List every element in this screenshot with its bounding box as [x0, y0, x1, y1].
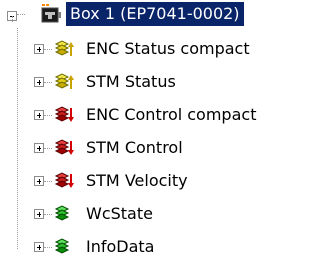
output-process-data-icon	[54, 139, 74, 155]
tree-connector	[12, 16, 13, 22]
tree-connector	[17, 14, 25, 16]
input-process-data-icon	[54, 73, 74, 89]
expand-toggle[interactable]	[34, 77, 44, 87]
tree-connector	[44, 115, 52, 117]
input-process-data-icon	[54, 40, 74, 56]
tree-connector	[44, 82, 52, 84]
io-tree: Box 1 (EP7041-0002) ENC Status compact S…	[0, 0, 321, 264]
expand-toggle[interactable]	[34, 110, 44, 120]
tree-node-label[interactable]: InfoData	[86, 237, 154, 257]
expand-toggle[interactable]	[34, 176, 44, 186]
expand-toggle[interactable]	[34, 44, 44, 54]
ethercat-box-icon	[41, 4, 61, 23]
output-process-data-icon	[54, 106, 74, 122]
tree-node-label-selected[interactable]: Box 1 (EP7041-0002)	[66, 2, 244, 26]
expand-toggle[interactable]	[34, 143, 44, 153]
expand-toggle[interactable]	[34, 242, 44, 252]
tree-node-label[interactable]: STM Control	[86, 138, 183, 158]
tree-connector	[44, 181, 52, 183]
output-process-data-icon	[54, 172, 74, 188]
expand-toggle[interactable]	[34, 209, 44, 219]
tree-connector	[44, 247, 52, 249]
tree-node-enc-status-compact[interactable]: ENC Status compact	[0, 33, 321, 66]
tree-connector	[44, 214, 52, 216]
tree-node-label[interactable]: ENC Status compact	[86, 39, 250, 59]
tree-node-stm-control[interactable]: STM Control	[0, 132, 321, 165]
status-data-icon	[54, 205, 70, 221]
tree-connector	[44, 49, 52, 51]
tree-node-label[interactable]: STM Status	[86, 72, 176, 92]
tree-node-label[interactable]: ENC Control compact	[86, 105, 256, 125]
tree-node-label[interactable]: STM Velocity	[86, 171, 188, 191]
tree-node-label[interactable]: WcState	[86, 204, 153, 224]
tree-node-box1[interactable]: Box 1 (EP7041-0002)	[0, 0, 321, 33]
tree-node-wcstate[interactable]: WcState	[0, 198, 321, 231]
tree-node-stm-status[interactable]: STM Status	[0, 66, 321, 99]
tree-node-enc-control-compact[interactable]: ENC Control compact	[0, 99, 321, 132]
status-data-icon	[54, 238, 70, 254]
tree-connector	[44, 148, 52, 150]
tree-node-stm-velocity[interactable]: STM Velocity	[0, 165, 321, 198]
tree-node-infodata[interactable]: InfoData	[0, 231, 321, 264]
